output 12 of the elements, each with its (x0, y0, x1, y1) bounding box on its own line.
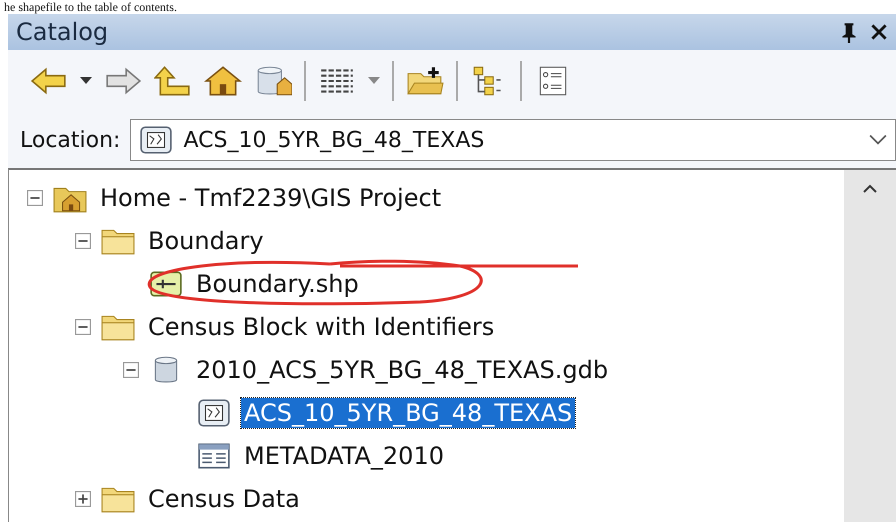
tree-item[interactable]: Census Block with Identifiers (145, 312, 498, 342)
caption-text: he shapefile to the table of contents. (3, 0, 178, 14)
tree-item[interactable]: Census Data (145, 484, 303, 514)
tree-item[interactable]: Boundary (145, 226, 267, 256)
location-value: ACS_10_5YR_BG_48_TEXAS (183, 128, 486, 152)
tree-item[interactable]: METADATA_2010 (241, 440, 447, 470)
tree-item[interactable]: Home - Tmf2239\GIS Project (97, 182, 444, 212)
window-title: Catalog (16, 18, 108, 46)
tree-item[interactable]: ACS_10_5YR_BG_48_TEXAS (241, 398, 576, 428)
tree-item[interactable]: 2010_ACS_5YR_BG_48_TEXAS.gdb (193, 354, 612, 384)
location-dropdown[interactable]: ACS_10_5YR_BG_48_TEXAS (130, 119, 896, 161)
location-label: Location: (20, 128, 120, 152)
